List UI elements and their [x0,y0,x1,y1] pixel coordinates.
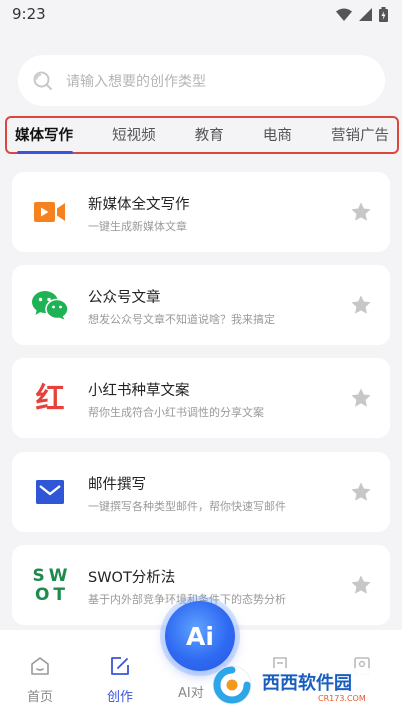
card-title: 邮件撰写 [88,477,146,493]
video-camera-icon [32,196,68,228]
ai-button-label: Ai [186,621,214,651]
tab-marketing[interactable]: 营销广告 [331,124,389,147]
status-bar: 9:23 [0,0,402,28]
star-icon[interactable] [350,294,372,316]
tab-media-writing[interactable]: 媒体写作 [15,124,73,154]
mail-icon [32,476,68,508]
nav-label: 首页 [26,690,53,705]
nav-item-home[interactable]: 首页 [10,630,70,705]
active-tab-indicator [17,150,73,154]
tab-label: 短视频 [112,127,156,144]
battery-icon [379,6,388,22]
card-desc: 一键生成新媒体文章 [88,220,187,233]
edit-icon [111,657,129,675]
status-time: 9:23 [12,5,46,23]
card-xiaohongshu-copy[interactable]: 红 小红书种草文案 帮你生成符合小红书调性的分享文案 [12,358,390,438]
wifi-icon [336,8,352,21]
tab-label: 营销广告 [331,127,389,144]
star-icon[interactable] [350,481,372,503]
card-desc: 一键撰写各种类型邮件，帮你快速写邮件 [88,500,286,513]
card-title: 公众号文章 [88,290,161,306]
tab-education[interactable]: 教育 [195,124,224,147]
star-icon[interactable] [350,574,372,596]
nav-label: 创作 [106,690,133,705]
watermark-main-text: 西西软件园 [262,672,352,694]
tab-short-video[interactable]: 短视频 [112,124,156,147]
card-new-media-writing[interactable]: 新媒体全文写作 一键生成新媒体文章 [12,172,390,252]
card-title: SWOT分析法 [88,570,176,586]
swot-glyph-top: SW [32,566,72,586]
nav-item-create[interactable]: 创作 [90,630,150,705]
card-title: 小红书种草文案 [88,383,190,399]
category-tabs: 媒体写作 短视频 教育 电商 营销广告 [5,116,399,154]
xiaohongshu-icon: 红 [32,382,68,414]
card-email-writing[interactable]: 邮件撰写 一键撰写各种类型邮件，帮你快速写邮件 [12,452,390,532]
card-wechat-article[interactable]: 公众号文章 想发公众号文章不知道说啥？我来搞定 [12,265,390,345]
tab-label: 电商 [262,127,292,144]
search-icon [33,71,52,90]
tab-label: 媒体写作 [15,127,73,144]
star-icon[interactable] [350,387,372,409]
search-placeholder: 请输入想要的创作类型 [66,73,206,90]
watermark-logo: 西西软件园 CR173.COM [212,665,384,705]
search-input[interactable]: 请输入想要的创作类型 [18,55,385,106]
swot-icon: SW OT [32,566,68,606]
home-icon [31,657,49,675]
star-icon[interactable] [350,201,372,223]
status-icons [336,6,388,22]
watermark-sub-text: CR173.COM [318,694,366,703]
xiaohongshu-glyph: 红 [35,380,65,415]
tab-ecommerce[interactable]: 电商 [263,124,292,147]
tab-label: 教育 [194,127,224,144]
card-desc: 想发公众号文章不知道说啥？我来搞定 [88,313,275,326]
swot-glyph-bottom: OT [34,585,70,605]
card-desc: 帮你生成符合小红书调性的分享文案 [88,406,264,419]
wechat-icon [32,289,68,321]
card-title: 新媒体全文写作 [88,197,190,213]
signal-icon [359,7,372,21]
